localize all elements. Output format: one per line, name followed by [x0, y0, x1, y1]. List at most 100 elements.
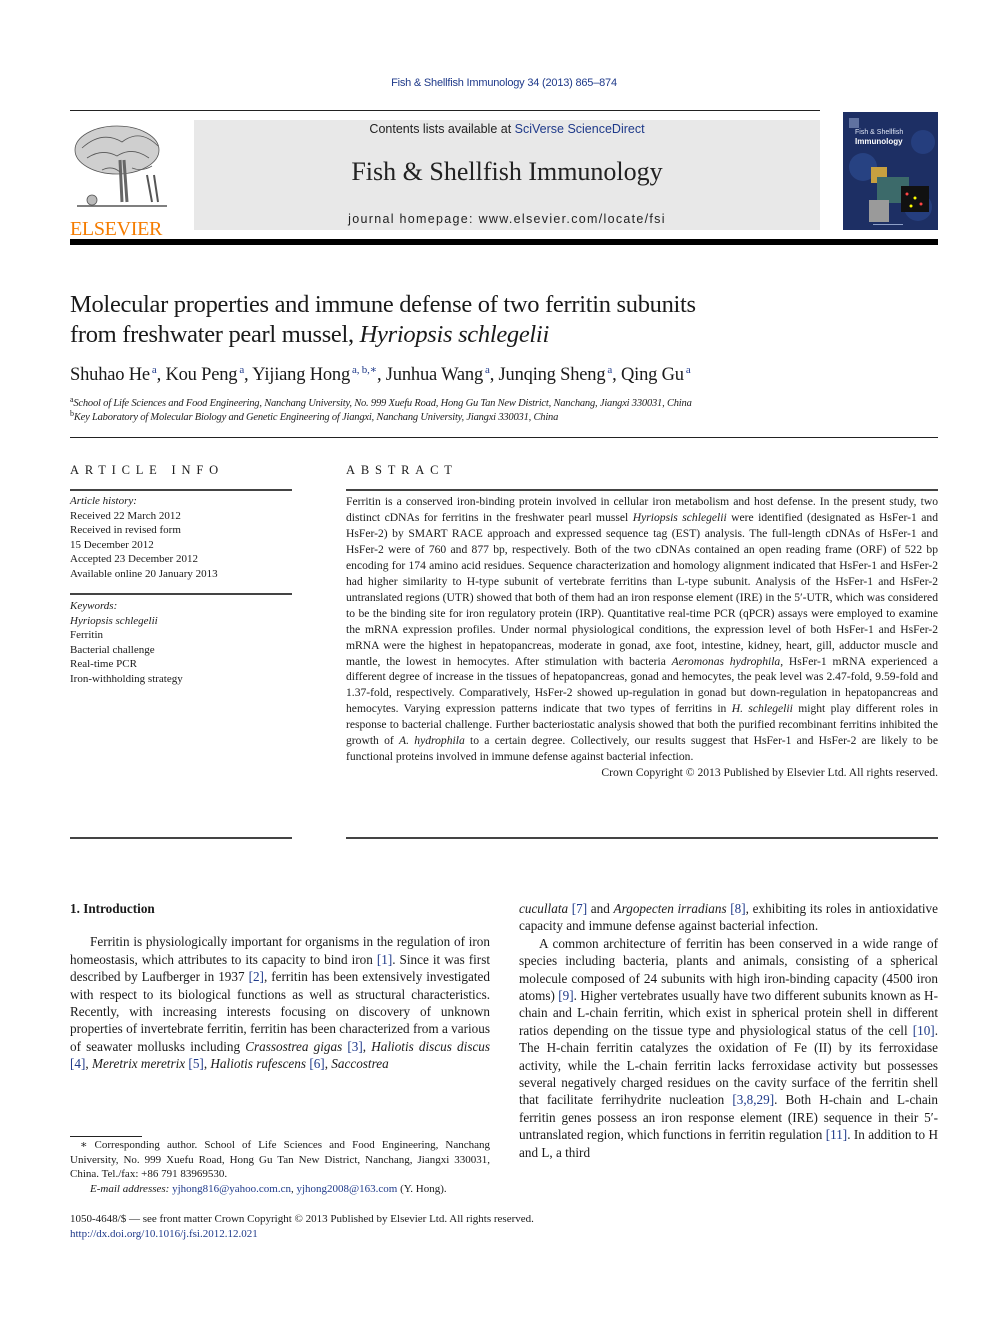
keywords: Keywords: Hyriopsis schlegelii Ferritin … [70, 599, 300, 686]
email-link[interactable]: yjhong816@yahoo.com.cn [172, 1183, 291, 1195]
title-line1: Molecular properties and immune defense … [70, 291, 696, 318]
introduction-paragraph: Ferritin is physiologically important fo… [70, 934, 491, 1072]
article-info-end-rule [70, 837, 292, 839]
journal-banner: Contents lists available at SciVerse Sci… [194, 120, 820, 230]
author[interactable]: Qing Gu [621, 365, 684, 385]
author[interactable]: Junhua Wang [386, 365, 483, 385]
keyword-item: Ferritin [70, 629, 103, 641]
footnote-rule [70, 1136, 142, 1137]
corresponding-author-footnote: ∗ Corresponding author. School of Life S… [70, 1138, 490, 1196]
header-rule [70, 110, 820, 111]
introduction-heading: 1. Introduction [70, 901, 155, 916]
keywords-rule [70, 593, 292, 595]
citation-link[interactable]: [2] [249, 969, 264, 984]
abstract-rule [346, 489, 938, 491]
author-affiliation-mark[interactable]: a [485, 364, 490, 376]
citation-link[interactable]: [11] [826, 1127, 847, 1142]
header-thick-rule [70, 239, 938, 245]
citation-link[interactable]: [4] [70, 1056, 85, 1071]
history-item: Received 22 March 2012 [70, 509, 181, 522]
species-name: Crassostrea gigas [245, 1038, 343, 1054]
body-text: . Higher vertebrates usually have two di… [519, 988, 938, 1038]
body-column-right: cucullata [7] and Argopecten irradians [… [519, 900, 938, 1161]
citation-link[interactable]: [6] [309, 1056, 324, 1071]
affiliation-b: bKey Laboratory of Molecular Biology and… [70, 409, 950, 423]
citation-link[interactable]: [8] [730, 901, 745, 916]
author[interactable]: Kou Peng [165, 365, 237, 385]
author[interactable]: Yijiang Hong [252, 365, 350, 385]
elsevier-tree-icon [72, 120, 172, 212]
history-label: Article history: [70, 495, 137, 507]
affiliation-text: School of Life Sciences and Food Enginee… [73, 398, 692, 409]
journal-citation-link[interactable]: Fish & Shellfish Immunology 34 (2013) 86… [0, 77, 992, 89]
citation-link[interactable]: [3] [347, 1039, 362, 1054]
author[interactable]: Shuhao He [70, 365, 150, 385]
article-title: Molecular properties and immune defense … [70, 290, 870, 350]
species-name: Haliotis rufescens [210, 1056, 307, 1072]
author-list: Shuhao He a, Kou Peng a, Yijiang Hong a, b,… [70, 364, 691, 385]
citation-link[interactable]: [9] [558, 988, 573, 1003]
species-name: Saccostrea [331, 1056, 389, 1072]
author-affiliation-mark[interactable]: a, b,∗ [352, 364, 377, 376]
history-item: Available online 20 January 2013 [70, 567, 218, 580]
species-name: Argopecten irradians [613, 901, 727, 916]
article-info-heading: ARTICLE INFO [70, 463, 224, 477]
title-line2: from freshwater pearl mussel, [70, 321, 360, 348]
author[interactable]: Junqing Sheng [499, 365, 606, 385]
abstract-species: Aeromonas hydrophila [671, 654, 781, 668]
body-column-left: 1. Introduction Ferritin is physiologica… [70, 900, 490, 1073]
sciencedirect-link[interactable]: SciVerse ScienceDirect [515, 122, 645, 136]
species-name: Meretrix meretrix [91, 1056, 186, 1072]
article-history: Article history: Received 22 March 2012 … [70, 494, 300, 581]
affiliation-text: Key Laboratory of Molecular Biology and … [73, 412, 559, 423]
homepage-label: journal homepage: [348, 212, 479, 226]
abstract-species: A. hydrophila [399, 734, 465, 748]
species-name: cucullata [519, 901, 569, 916]
citation-link[interactable]: [10] [913, 1023, 935, 1038]
corresponding-author-text: ∗ Corresponding author. School of Life S… [70, 1139, 490, 1180]
history-item: Received in revised form [70, 524, 181, 536]
cover-title-line2: Immunology [855, 137, 903, 146]
email-owner: (Y. Hong). [397, 1182, 447, 1195]
citation-link[interactable]: [3,8,29] [732, 1092, 774, 1107]
abstract-end-rule [346, 837, 938, 839]
abstract-species: Hyriopsis schlegelii [632, 510, 727, 524]
email-line: E-mail addresses: yjhong816@yahoo.com.cn… [90, 1182, 447, 1195]
keywords-label: Keywords: [70, 600, 118, 612]
affiliation-a: aSchool of Life Sciences and Food Engine… [70, 395, 950, 409]
abstract-body: Ferritin is a conserved iron-binding pro… [346, 494, 938, 781]
journal-cover-thumbnail[interactable]: Fish & Shellfish Immunology [843, 112, 938, 230]
author-affiliation-mark[interactable]: a [686, 364, 691, 376]
article-info-rule [70, 489, 292, 491]
introduction-paragraph-continued: cucullata [7] and Argopecten irradians [… [519, 900, 938, 935]
keyword-item: Hyriopsis schlegelii [70, 614, 158, 627]
body-text: and [587, 901, 614, 916]
keyword-item: Real-time PCR [70, 658, 137, 670]
section-divider [70, 437, 938, 438]
author-affiliation-mark[interactable]: a [607, 364, 612, 376]
introduction-paragraph: A common architecture of ferritin has be… [519, 935, 938, 1161]
issn-copyright-line: 1050-4648/$ — see front matter Crown Cop… [70, 1213, 534, 1225]
cover-title-line1: Fish & Shellfish [855, 129, 904, 136]
author-affiliation-mark[interactable]: a [239, 364, 244, 376]
journal-homepage: journal homepage: www.elsevier.com/locat… [194, 212, 820, 226]
email-link[interactable]: yjhong2008@163.com [296, 1183, 397, 1195]
keyword-item: Iron-withholding strategy [70, 672, 183, 685]
history-item: 15 December 2012 [70, 538, 154, 551]
contents-prefix: Contents lists available at [369, 122, 515, 136]
homepage-url-link[interactable]: www.elsevier.com/locate/fsi [479, 212, 666, 226]
abstract-text: were identified (designated as HsFer-1 a… [346, 510, 938, 668]
elsevier-logo[interactable]: ELSEVIER [70, 120, 173, 240]
email-label: E-mail addresses: [90, 1182, 170, 1195]
author-affiliation-mark[interactable]: a [152, 364, 157, 376]
front-matter: 1050-4648/$ — see front matter Crown Cop… [70, 1212, 630, 1241]
abstract-copyright: Crown Copyright © 2013 Published by Else… [601, 766, 938, 780]
citation-link[interactable]: [1] [377, 952, 392, 967]
elsevier-wordmark: ELSEVIER [70, 218, 163, 240]
doi-link[interactable]: http://dx.doi.org/10.1016/j.fsi.2012.12.… [70, 1228, 258, 1240]
species-name: Haliotis discus discus [371, 1038, 491, 1054]
title-species: Hyriopsis schlegelii [359, 321, 550, 348]
citation-link[interactable]: [7] [572, 901, 587, 916]
abstract-species: H. schlegelii [731, 702, 793, 716]
citation-link[interactable]: [5] [188, 1056, 203, 1071]
